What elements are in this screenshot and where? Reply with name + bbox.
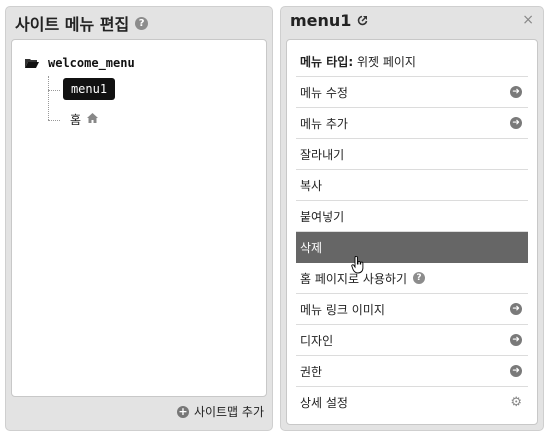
menu-item-delete[interactable]: 삭제 — [296, 232, 528, 263]
tree-connector — [48, 76, 49, 120]
left-panel-title-text: 사이트 메뉴 편집 — [15, 15, 130, 34]
menu-item-label: 잘라내기 — [300, 147, 345, 162]
menu-item-menu-link-image[interactable]: 메뉴 링크 이미지 ➜ — [296, 294, 528, 325]
menu-item-label: 붙여넣기 — [300, 209, 345, 224]
menu-item-label: 홈 페이지로 사용하기 — [300, 271, 407, 286]
gear-icon: ⚙ — [510, 395, 522, 410]
menu-type-text: 메뉴 타입: 위젯 페이지 — [300, 53, 416, 70]
tree-root-welcome-menu[interactable]: welcome_menu — [24, 56, 135, 70]
right-panel-title-text: menu1 — [290, 11, 352, 30]
arrow-right-icon: ➜ — [510, 334, 522, 346]
menu-type-value: 위젯 페이지 — [353, 54, 416, 69]
menu-item-label: 디자인 — [300, 333, 334, 348]
tree-node-menu1[interactable]: menu1 — [63, 78, 115, 100]
menu-item-add-menu[interactable]: 메뉴 추가 ➜ — [296, 108, 528, 139]
home-icon — [86, 112, 99, 127]
site-menu-edit-panel: 사이트 메뉴 편집 ? welcome_menu menu1 홈 + 사이트맵 … — [5, 6, 273, 431]
menu-item-design[interactable]: 디자인 ➜ — [296, 325, 528, 356]
arrow-right-icon: ➜ — [510, 303, 522, 315]
menu-item-edit-menu[interactable]: 메뉴 수정 ➜ — [296, 77, 528, 108]
arrow-right-icon: ➜ — [510, 365, 522, 377]
add-sitemap-button[interactable]: + 사이트맵 추가 — [176, 403, 264, 420]
menu-item-use-as-home[interactable]: 홈 페이지로 사용하기 ? — [296, 263, 528, 294]
menu-type-label: 메뉴 타입: — [300, 54, 354, 69]
menu-item-label: 삭제 — [300, 240, 323, 255]
menu-item-permissions[interactable]: 권한 ➜ — [296, 356, 528, 387]
external-link-icon[interactable] — [357, 11, 368, 30]
menu-item-label: 권한 — [300, 364, 323, 379]
close-icon[interactable]: × — [522, 13, 534, 27]
tree-root-label: welcome_menu — [48, 56, 135, 70]
menu-item-copy[interactable]: 복사 — [296, 170, 528, 201]
right-panel-title: menu1 — [290, 11, 368, 30]
arrow-right-icon: ➜ — [510, 86, 522, 98]
arrow-right-icon: ➜ — [510, 117, 522, 129]
menu-action-list: 메뉴 타입: 위젯 페이지 메뉴 수정 ➜ 메뉴 추가 ➜ 잘라내기 복사 붙여… — [286, 39, 538, 425]
menu-item-label: 메뉴 링크 이미지 — [300, 302, 385, 317]
menu-type-row: 메뉴 타입: 위젯 페이지 — [296, 46, 528, 77]
menu-item-label: 메뉴 수정 — [300, 85, 348, 100]
tree-connector — [48, 90, 60, 91]
left-panel-title: 사이트 메뉴 편집 ? — [15, 11, 149, 35]
menu-item-label: 상세 설정 — [300, 396, 348, 410]
plus-circle-icon: + — [176, 404, 189, 418]
menu-item-label: 복사 — [300, 178, 323, 193]
help-icon[interactable]: ? — [413, 272, 425, 284]
folder-open-icon — [24, 57, 40, 69]
help-icon[interactable]: ? — [135, 16, 149, 30]
menu-tree: welcome_menu menu1 홈 — [11, 39, 267, 397]
add-sitemap-label: 사이트맵 추가 — [193, 405, 264, 419]
menu-item-advanced-settings[interactable]: 상세 설정 ⚙ — [296, 387, 528, 418]
tree-connector — [48, 120, 60, 121]
menu-context-panel: menu1 × 메뉴 타입: 위젯 페이지 메뉴 수정 ➜ 메뉴 추가 ➜ 잘라… — [280, 6, 544, 431]
tree-node-home[interactable]: 홈 — [70, 111, 99, 128]
menu-item-paste[interactable]: 붙여넣기 — [296, 201, 528, 232]
menu-item-cut[interactable]: 잘라내기 — [296, 139, 528, 170]
tree-node-home-label: 홈 — [70, 113, 82, 127]
menu-item-label: 메뉴 추가 — [300, 116, 348, 131]
